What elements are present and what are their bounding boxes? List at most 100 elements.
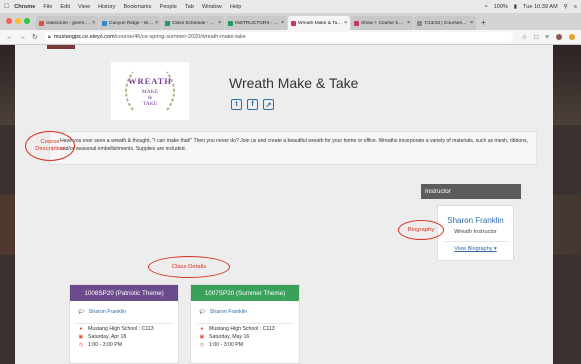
tab-title: Show + Course Sect… <box>361 20 406 26</box>
graduation-cap-icon: 🎓︎ <box>199 309 206 315</box>
course-logo: WREATH MAKE & TAKE <box>111 62 189 120</box>
section-instructor-name: Sharon Franklin <box>209 309 248 315</box>
close-tab-icon[interactable]: × <box>470 20 473 26</box>
extension-icon[interactable]: □ <box>534 34 538 41</box>
section-location-text: Mustang High School : C113 <box>88 326 154 332</box>
bookmark-star-icon[interactable]: ☆ <box>521 33 527 41</box>
section-title[interactable]: 1007SP20 (Summer Theme) <box>191 285 299 301</box>
menu-tab[interactable]: Tab <box>185 4 194 10</box>
clock[interactable]: Tue 10:39 AM <box>523 4 558 10</box>
close-tab-icon[interactable]: × <box>92 20 95 26</box>
browser-tab[interactable]: 7/13/18 | Courses@… × <box>414 16 476 30</box>
class-section-card[interactable]: 1007SP20 (Summer Theme) 🎓︎ Sharon Frankl… <box>190 284 300 364</box>
close-window-button[interactable] <box>6 18 12 24</box>
tab-title: Canyon Ridge - Wh… <box>109 20 154 26</box>
instructor-name-link[interactable]: Sharon Franklin <box>438 216 513 225</box>
share-icon[interactable]: ↗ <box>263 99 274 110</box>
menu-people[interactable]: People <box>159 4 176 10</box>
close-tab-icon[interactable]: × <box>155 20 158 26</box>
menu-history[interactable]: History <box>98 4 115 10</box>
section-date: ▣ Saturday, Apr 18 <box>70 332 178 340</box>
menu-file[interactable]: File <box>43 4 52 10</box>
menu-bookmarks[interactable]: Bookmarks <box>123 4 151 10</box>
browser-tab[interactable]: Canyon Ridge - Wh… × <box>99 16 161 30</box>
view-biography-link[interactable]: View Biography ▾ <box>438 246 513 252</box>
tab-title: Class Schedule - G… <box>172 20 217 26</box>
browser-tab-active[interactable]: Wreath Make & Tak… × <box>288 16 350 30</box>
course-description: Have you ever seen a wreath & thought, "… <box>49 131 537 165</box>
profile-avatar[interactable] <box>556 34 562 40</box>
section-location: ● Mustang High School : C113 <box>70 324 178 332</box>
section-time-text: 1:00 - 3:00 PM <box>209 342 244 348</box>
close-tab-icon[interactable]: × <box>281 20 284 26</box>
url-host: mustangps.ce.eleyo.com <box>53 34 115 40</box>
reload-icon[interactable]: ↻ <box>32 33 38 41</box>
new-tab-button[interactable]: + <box>481 18 486 27</box>
instructor-panel-header: Instructor <box>421 184 521 199</box>
browser-tab[interactable]: INSTRUCTORS - G… × <box>225 16 287 30</box>
minimize-window-button[interactable] <box>15 18 21 24</box>
macos-menu-bar:  Chrome File Edit View History Bookmark… <box>0 0 581 13</box>
section-instructor[interactable]: 🎓︎ Sharon Franklin <box>191 301 299 315</box>
close-tab-icon[interactable]: × <box>344 20 347 26</box>
annotation-course-description: Course Description <box>25 131 75 161</box>
course-page: WREATH MAKE & TAKE Wreath Make & Take t … <box>15 45 553 364</box>
section-location: ● Mustang High School : C113 <box>191 324 299 332</box>
clock-icon: ◷ <box>199 342 205 348</box>
battery-icon[interactable]: ▮ <box>514 4 517 10</box>
close-tab-icon[interactable]: × <box>407 20 410 26</box>
apple-menu-icon[interactable]:  <box>4 3 9 10</box>
menu-app[interactable]: Chrome <box>14 4 35 10</box>
menubar-status-area: ≈ 100% ▮ Tue 10:39 AM ⚲ ≡ <box>485 4 577 10</box>
calendar-icon: ▣ <box>78 334 84 340</box>
section-date-text: Saturday, May 16 <box>209 334 250 340</box>
tab-title: 7/13/18 | Courses@… <box>424 20 469 26</box>
menu-window[interactable]: Window <box>202 4 222 10</box>
class-section-card[interactable]: 1006SP20 (Patriotic Theme) 🎓︎ Sharon Fra… <box>69 284 179 364</box>
browser-tab[interactable]: Class Schedule - G… × <box>162 16 224 30</box>
menu-edit[interactable]: Edit <box>60 4 70 10</box>
clock-icon: ◷ <box>78 342 84 348</box>
section-location-text: Mustang High School : C113 <box>209 326 275 332</box>
section-title[interactable]: 1006SP20 (Patriotic Theme) <box>70 285 178 301</box>
url-path: /course/46/ce-spring-summer-2020/wreath-… <box>114 34 246 40</box>
forward-arrow-icon[interactable]: → <box>19 34 26 41</box>
tab-title: Wreath Make & Tak… <box>298 20 343 26</box>
wifi-icon[interactable]: ≈ <box>485 4 488 10</box>
section-time: ◷ 1:00 - 3:00 PM <box>191 340 299 348</box>
course-description-text: Have you ever seen a wreath & thought, "… <box>60 138 528 152</box>
tab-favicon <box>39 20 44 26</box>
menu-help[interactable]: Help <box>230 4 242 10</box>
annotation-text-line-2: Description <box>35 146 65 152</box>
back-arrow-icon[interactable]: ← <box>6 34 13 41</box>
course-title: Wreath Make & Take <box>229 75 359 91</box>
zoom-window-button[interactable] <box>24 18 30 24</box>
instructor-role: Wreath Instructor <box>454 229 497 235</box>
facebook-icon[interactable]: f <box>247 99 258 110</box>
share-buttons: t f ↗ <box>231 99 274 110</box>
spotlight-search-icon[interactable]: ⚲ <box>564 4 568 10</box>
section-instructor[interactable]: 🎓︎ Sharon Franklin <box>70 301 178 315</box>
window-controls <box>6 18 30 24</box>
calendar-icon: ▣ <box>199 334 205 340</box>
menu-view[interactable]: View <box>78 4 90 10</box>
browser-toolbar: ← → ↻ 🔒︎ mustangps.ce.eleyo.com/course/4… <box>0 30 581 45</box>
annotation-class-details: Class Details <box>148 256 230 278</box>
tab-favicon <box>165 20 170 26</box>
extension-badge-icon[interactable] <box>569 34 575 40</box>
browser-tab[interactable]: classroom - green… × <box>36 16 98 30</box>
annotation-biography: Biography <box>398 220 444 240</box>
tab-favicon <box>354 20 359 26</box>
browser-tab[interactable]: Show + Course Sect… × <box>351 16 413 30</box>
lock-icon: 🔒︎ <box>47 33 51 40</box>
address-bar[interactable]: 🔒︎ mustangps.ce.eleyo.com/course/46/ce-s… <box>43 32 514 42</box>
reader-icon[interactable]: ≡ <box>545 34 549 41</box>
notification-center-icon[interactable]: ≡ <box>574 4 577 10</box>
battery-percent: 100% <box>493 3 508 10</box>
twitter-icon[interactable]: t <box>231 99 242 110</box>
browser-tools: ☆ □ ≡ <box>521 33 575 41</box>
tab-title: classroom - green… <box>46 20 90 26</box>
graduation-cap-icon: 🎓︎ <box>78 309 85 315</box>
close-tab-icon[interactable]: × <box>218 20 221 26</box>
section-time: ◷ 1:00 - 3:00 PM <box>70 340 178 348</box>
